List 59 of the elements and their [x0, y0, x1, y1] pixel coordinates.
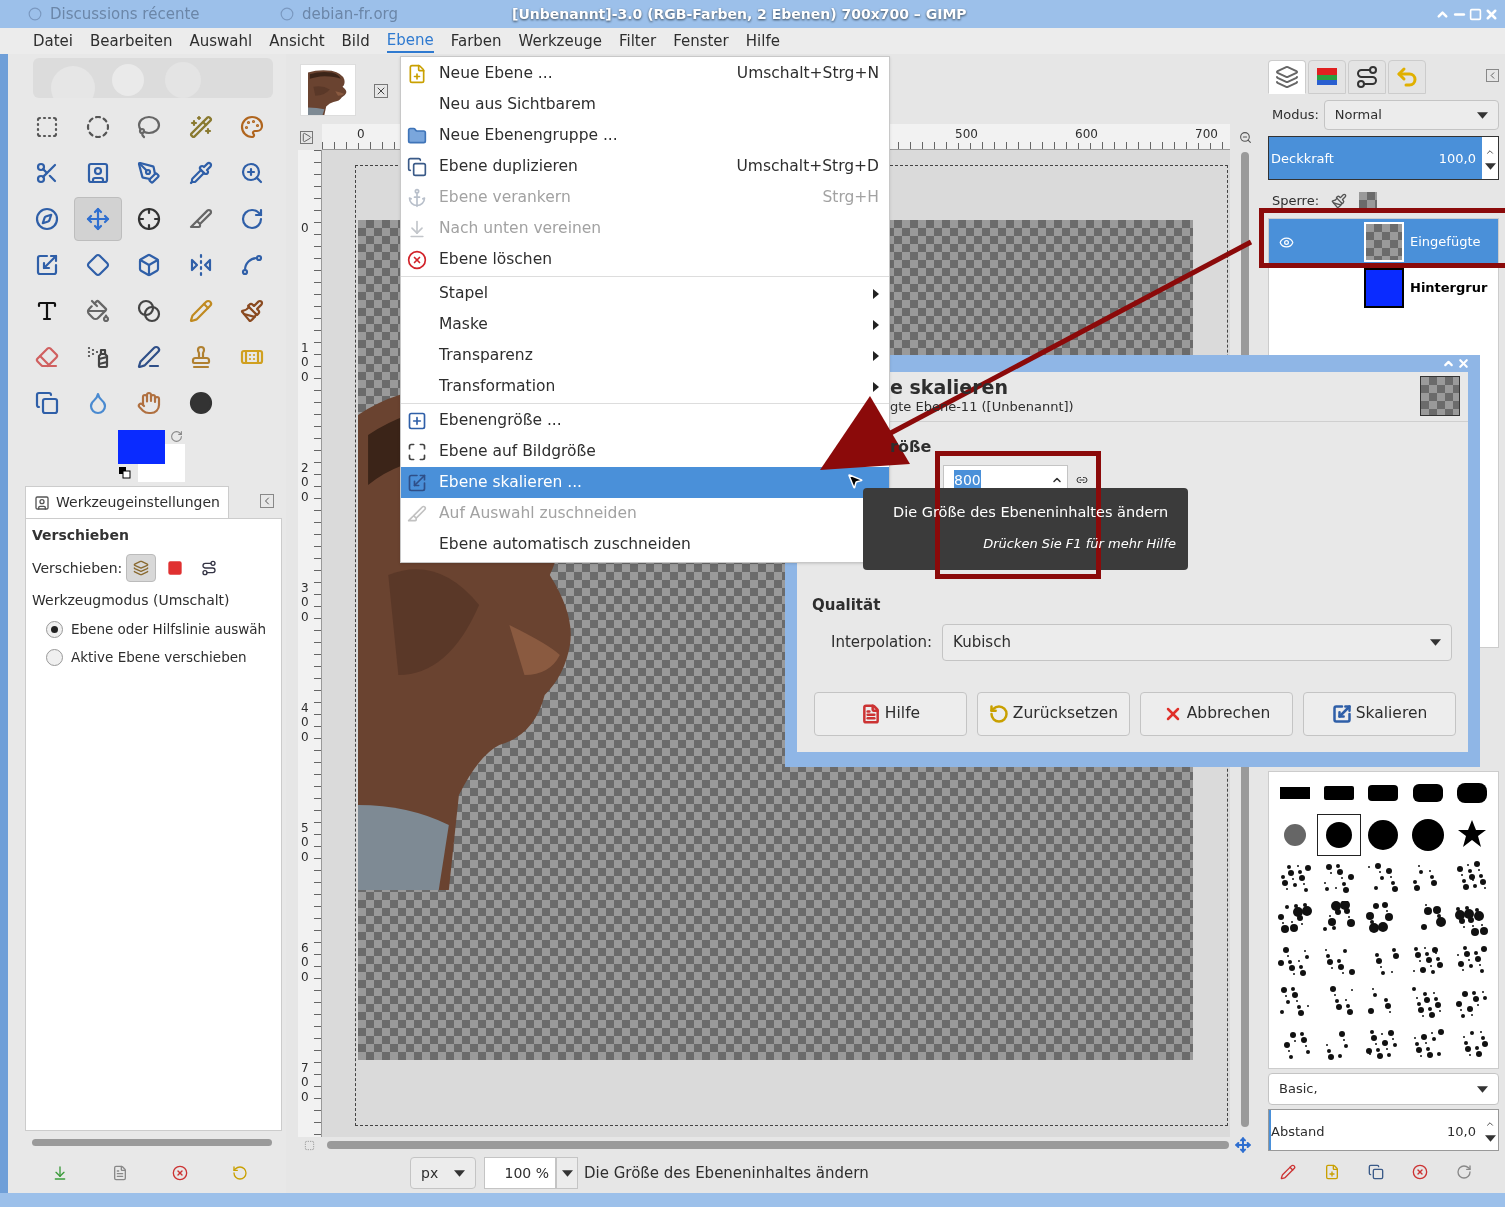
menu-title[interactable]: Farben	[450, 30, 502, 52]
menu-item[interactable]: Stapel	[401, 278, 889, 309]
ruler-label: 500	[301, 821, 309, 865]
ruler-label: 300	[301, 581, 309, 625]
tooltip-hint: Drücken Sie F1 für mehr Hilfe	[983, 534, 1176, 553]
radio-option[interactable]: Ebene oder Hilfslinie auswäh	[32, 619, 275, 640]
field-label: Sperre:	[1272, 192, 1320, 211]
field-label: Modus:	[1272, 106, 1319, 125]
shortcut-label: Umschalt+Strg+D	[736, 155, 879, 177]
slider-value: 100,0	[1438, 150, 1476, 168]
menu-title[interactable]: Fenster	[673, 30, 729, 52]
mode-dropdown[interactable]: Normal	[1323, 100, 1499, 130]
menu-title[interactable]: Filter	[618, 30, 657, 52]
menu-title[interactable]: Ebene	[386, 29, 434, 53]
ruler-label: 100	[301, 341, 309, 385]
slider-label: Abstand	[1271, 1123, 1325, 1141]
field-label: Verschieben:	[32, 558, 123, 578]
section-heading: Qualität	[811, 596, 882, 614]
shortcut-label: Umschalt+Strg+N	[736, 62, 879, 84]
menu-item[interactable]: Transformation	[401, 371, 889, 402]
slider-label: Deckkraft	[1271, 150, 1334, 168]
window-title: [Unbenannt]-3.0 (RGB-Farben, 2 Ebenen) 700x700 – GIMP	[512, 4, 967, 24]
menu-item[interactable]: Neue Ebenengruppe ...	[401, 120, 889, 151]
dialog-button[interactable]: Skalieren	[1303, 692, 1456, 736]
tool-options-tab[interactable]: Werkzeugeinstellungen	[25, 486, 229, 518]
menu-item[interactable]: Ebene duplizieren Umschalt+Strg+D	[401, 151, 889, 182]
dialog-button[interactable]: Abbrechen	[1140, 692, 1293, 736]
unit-dropdown[interactable]: px	[410, 1157, 476, 1189]
ruler-label: 0	[301, 221, 309, 236]
field-label: Interpolation:	[831, 632, 933, 654]
menu-title[interactable]: Hilfe	[745, 30, 780, 52]
menu-title[interactable]: Bild	[341, 30, 370, 52]
ruler-label: 400	[301, 701, 309, 745]
menu-title[interactable]: Auswahl	[189, 30, 253, 52]
ruler-label: 700	[301, 1061, 309, 1105]
menu-item[interactable]: Transparenz	[401, 340, 889, 371]
tool-name: Verschieben	[32, 526, 130, 545]
tooltip-text: Die Größe des Ebeneninhaltes ändern	[893, 503, 1169, 522]
ruler-label: 600	[301, 941, 309, 985]
menu-title[interactable]: Ansicht	[269, 30, 325, 52]
status-message: Die Größe des Ebeneninhaltes ändern	[584, 1162, 869, 1184]
interpolation-dropdown[interactable]: Kubisch	[942, 624, 1452, 661]
menu-title[interactable]: Bearbeiten	[90, 30, 173, 52]
menu-item[interactable]: Maske	[401, 309, 889, 340]
ruler-label: 200	[301, 461, 309, 505]
menu-title[interactable]: Werkzeuge	[518, 30, 602, 52]
section-label: Werkzeugmodus (Umschalt)	[32, 591, 231, 610]
dialog-button[interactable]: Zurücksetzen	[977, 692, 1130, 736]
dialog-button[interactable]: Hilfe	[814, 692, 967, 736]
slider-value: 10,0	[1447, 1123, 1476, 1141]
brush-preset-dropdown[interactable]: Basic,	[1268, 1073, 1499, 1105]
menu-title[interactable]: Datei	[33, 30, 74, 52]
menu-item[interactable]: Ebenengröße ...	[401, 405, 889, 436]
zoom-field[interactable]: 100 %	[484, 1157, 556, 1189]
menu-item[interactable]: Neue Ebene ... Umschalt+Strg+N	[401, 58, 889, 89]
menu-item[interactable]: Ebene löschen	[401, 244, 889, 275]
menu-item[interactable]: Neu aus Sichtbarem	[401, 89, 889, 120]
shortcut-label: Strg+H	[822, 186, 879, 208]
radio-option[interactable]: Aktive Ebene verschieben	[32, 647, 275, 668]
